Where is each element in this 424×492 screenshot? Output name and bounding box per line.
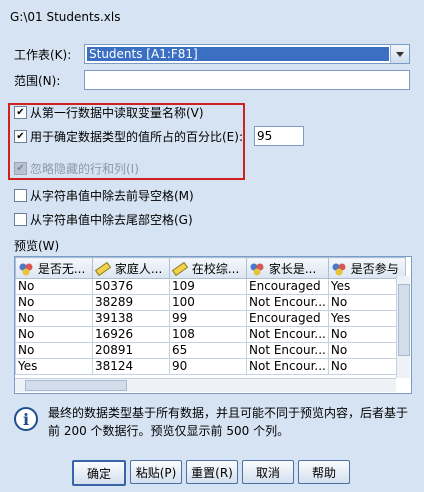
pct-type-label: 用于确定数据类型的值所占的百分比(E): — [30, 130, 243, 144]
column-header-label: 是否参与 — [350, 261, 399, 276]
column-header-label: 是否无... — [37, 261, 86, 276]
trim-trailing-label: 从字符串值中除去尾部空格(G) — [30, 213, 193, 227]
pct-type-input[interactable]: 95 — [254, 126, 304, 146]
info-text: 最终的数据类型基于所有数据，并且可能不同于预览内容，后者基于前 200 个数据行… — [48, 406, 409, 438]
check-icon: ✔ — [16, 162, 25, 174]
trim-leading-label: 从字符串值中除去前导空格(M) — [30, 189, 194, 203]
horizontal-scrollbar-thumb[interactable] — [25, 380, 127, 391]
table-cell: 39138 — [92, 310, 170, 327]
reset-button[interactable]: 重置(R) — [186, 460, 238, 484]
column-header: 是否参与 — [327, 257, 406, 279]
worksheet-label: 工作表(K): — [14, 48, 72, 62]
table-cell: No — [327, 342, 406, 359]
nominal-icon — [332, 263, 346, 276]
table-cell: Not Encour... — [246, 358, 329, 375]
table-row: No 20891 65 Not Encour... No — [15, 342, 406, 359]
table-cell: 38289 — [92, 294, 170, 311]
ignore-hidden-label: 忽略隐藏的行和列(I) — [30, 162, 139, 176]
table-cell: Yes — [15, 358, 93, 375]
table-cell: 50376 — [92, 278, 170, 295]
trim-trailing-checkbox[interactable] — [14, 213, 27, 226]
preview-label: 预览(W) — [14, 239, 60, 253]
worksheet-selected-value: Students [A1:F81] — [87, 47, 389, 61]
table-cell: 99 — [169, 310, 247, 327]
table-cell: No — [15, 278, 93, 295]
table-cell: No — [327, 294, 406, 311]
table-cell: Not Encour... — [246, 294, 329, 311]
check-icon: ✔ — [16, 106, 25, 118]
column-header: 家长是... — [246, 257, 329, 279]
table-row: No 50376 109 Encouraged Yes — [15, 278, 406, 295]
vertical-scrollbar-thumb[interactable] — [398, 284, 410, 356]
column-header-label: 家庭人... — [114, 261, 163, 276]
table-cell: Yes — [327, 310, 406, 327]
table-cell: Not Encour... — [246, 342, 329, 359]
table-cell: No — [15, 294, 93, 311]
column-header-label: 家长是... — [268, 261, 317, 276]
table-cell: No — [327, 326, 406, 343]
preview-table-container: 是否无... 家庭人... 在校综... 家长是... 是否参与 No 5037… — [14, 256, 412, 394]
column-header: 家庭人... — [92, 257, 170, 279]
pct-type-checkbox[interactable]: ✔ — [14, 130, 27, 143]
scale-icon — [94, 261, 112, 277]
table-cell: 16926 — [92, 326, 170, 343]
info-icon: i — [14, 407, 38, 431]
horizontal-scrollbar[interactable] — [15, 378, 396, 392]
column-header-label: 在校综... — [191, 261, 240, 276]
table-cell: 38124 — [92, 358, 170, 375]
vertical-scrollbar[interactable] — [396, 276, 410, 378]
worksheet-select[interactable]: Students [A1:F81] — [84, 44, 410, 64]
table-cell: No — [15, 342, 93, 359]
nominal-icon — [250, 263, 264, 276]
column-header: 是否无... — [15, 257, 93, 279]
table-cell: Not Encour... — [246, 326, 329, 343]
range-input[interactable] — [84, 70, 410, 90]
table-row: No 39138 99 Encouraged Yes — [15, 310, 406, 327]
preview-header-row: 是否无... 家庭人... 在校综... 家长是... 是否参与 — [15, 257, 406, 279]
check-icon: ✔ — [16, 130, 25, 142]
ok-button[interactable]: 确定 — [72, 460, 126, 486]
table-cell: Encouraged — [246, 278, 329, 295]
table-cell: No — [15, 326, 93, 343]
table-cell: 65 — [169, 342, 247, 359]
table-row: No 38289 100 Not Encour... No — [15, 294, 406, 311]
trim-leading-checkbox[interactable] — [14, 189, 27, 202]
ignore-hidden-checkbox: ✔ — [14, 162, 27, 175]
table-cell: 100 — [169, 294, 247, 311]
help-button[interactable]: 帮助 — [298, 460, 350, 484]
table-row: No 16926 108 Not Encour... No — [15, 326, 406, 343]
preview-table: 是否无... 家庭人... 在校综... 家长是... 是否参与 No 5037… — [15, 257, 406, 375]
chevron-down-icon[interactable] — [390, 45, 409, 63]
table-cell: 109 — [169, 278, 247, 295]
scale-icon — [171, 261, 189, 277]
paste-button[interactable]: 粘贴(P) — [130, 460, 182, 484]
table-cell: Yes — [327, 278, 406, 295]
cancel-button[interactable]: 取消 — [242, 460, 294, 484]
read-names-label: 从第一行数据中读取变量名称(V) — [30, 106, 204, 120]
read-names-checkbox[interactable]: ✔ — [14, 106, 27, 119]
table-cell: 90 — [169, 358, 247, 375]
range-label: 范围(N): — [14, 74, 61, 88]
table-row: Yes 38124 90 Not Encour... No — [15, 358, 406, 375]
column-header: 在校综... — [169, 257, 247, 279]
table-cell: Encouraged — [246, 310, 329, 327]
table-cell: 108 — [169, 326, 247, 343]
table-cell: No — [327, 358, 406, 375]
file-path: G:\01 Students.xls — [10, 10, 121, 24]
nominal-icon — [19, 263, 33, 276]
table-cell: No — [15, 310, 93, 327]
table-cell: 20891 — [92, 342, 170, 359]
